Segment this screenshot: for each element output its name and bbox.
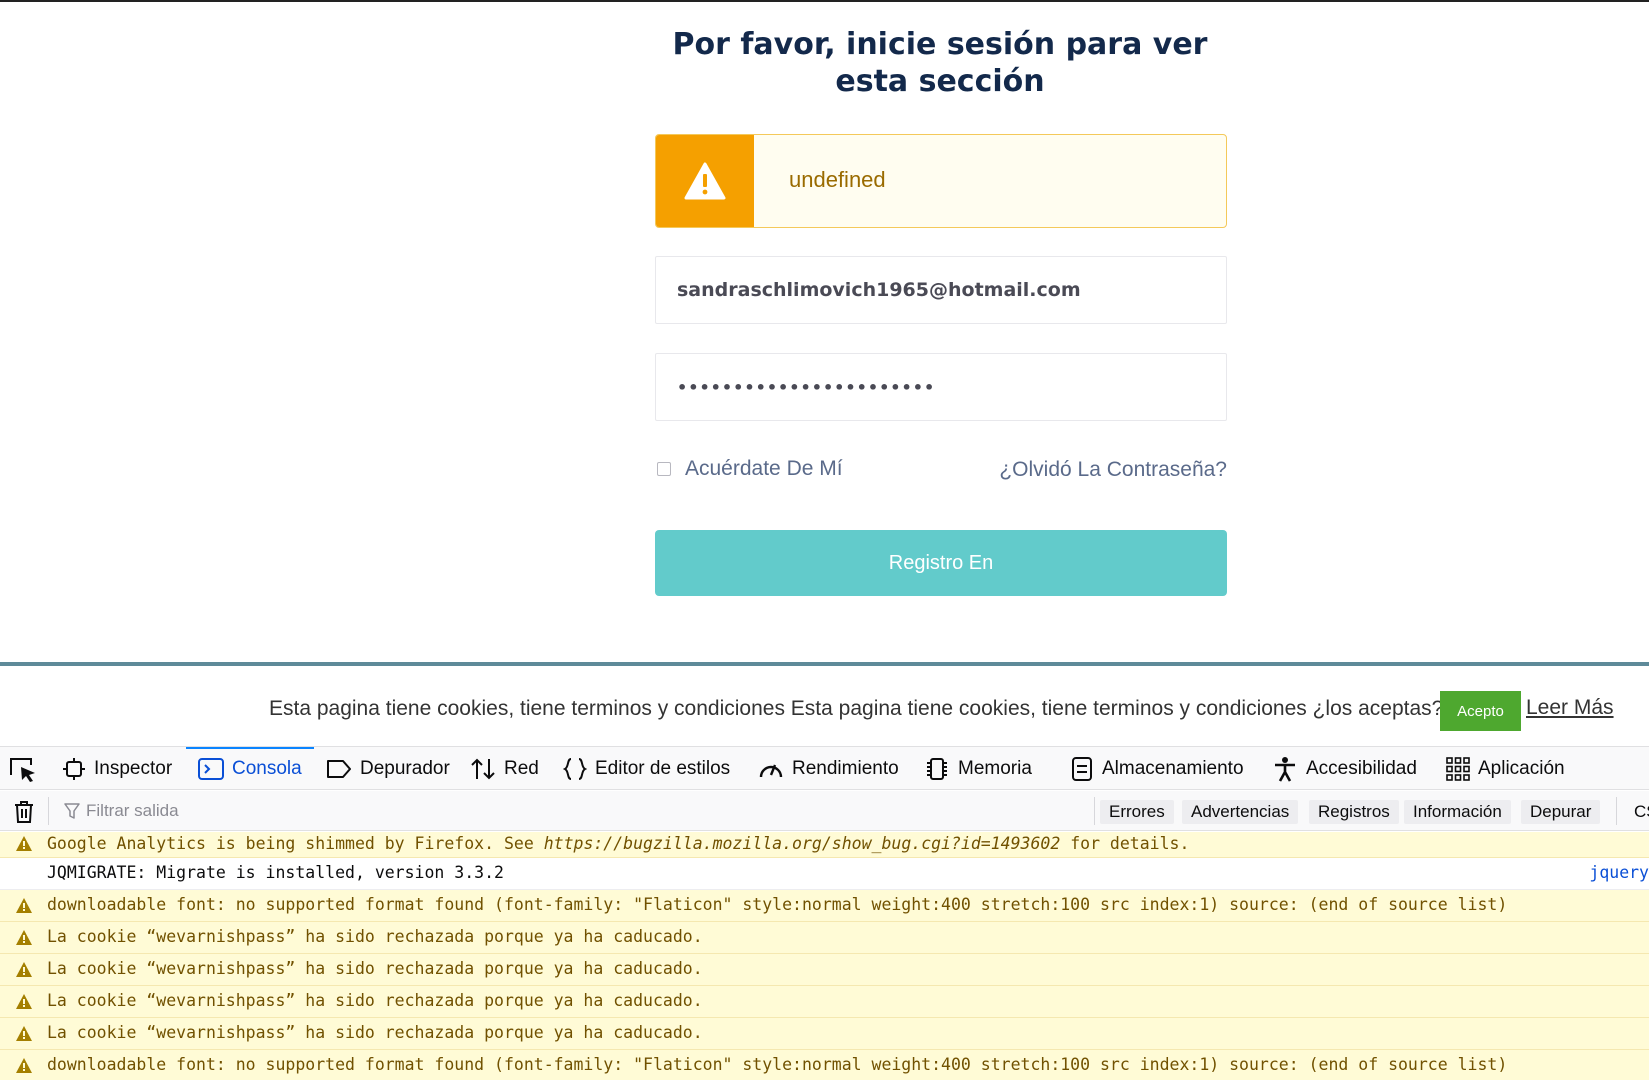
filter-debug-button[interactable]: Depurar bbox=[1521, 800, 1601, 824]
trash-icon bbox=[15, 801, 33, 823]
console-message-text: JQMIGRATE: Migrate is installed, version… bbox=[47, 863, 504, 882]
tab-console[interactable]: Consola bbox=[186, 747, 314, 790]
console-message: downloadable font: no supported format f… bbox=[0, 890, 1649, 922]
filter-funnel-icon bbox=[64, 803, 80, 819]
tab-debugger-label: Depurador bbox=[360, 757, 450, 779]
tab-memory[interactable]: Memoria bbox=[924, 747, 1032, 790]
tab-performance-label: Rendimiento bbox=[792, 757, 899, 779]
console-message-text: downloadable font: no supported format f… bbox=[47, 1055, 1508, 1074]
tab-performance[interactable]: Rendimiento bbox=[758, 747, 899, 790]
warning-icon bbox=[16, 898, 32, 913]
tab-memory-label: Memoria bbox=[958, 757, 1032, 779]
warning-triangle-icon bbox=[684, 162, 726, 200]
accessibility-icon bbox=[1275, 756, 1295, 782]
filter-errors-button[interactable]: Errores bbox=[1100, 800, 1174, 824]
filter-info-button[interactable]: Información bbox=[1404, 800, 1511, 824]
tab-storage-label: Almacenamiento bbox=[1102, 757, 1244, 779]
filter-separator bbox=[48, 797, 49, 825]
tab-accessibility[interactable]: Accesibilidad bbox=[1272, 747, 1417, 790]
application-icon bbox=[1446, 756, 1470, 781]
cookie-accept-button[interactable]: Acepto bbox=[1440, 691, 1521, 731]
email-field[interactable]: sandraschlimovich1965@hotmail.com bbox=[655, 256, 1227, 324]
tab-inspector-label: Inspector bbox=[94, 757, 173, 779]
element-picker-button[interactable] bbox=[8, 755, 38, 783]
console-message-link[interactable]: https://bugzilla.mozilla.org/show_bug.cg… bbox=[544, 834, 1061, 853]
password-field[interactable]: ••••••••••••••••••••••• bbox=[655, 353, 1227, 421]
console-message-text: Google Analytics is being shimmed by Fir… bbox=[47, 834, 1190, 853]
style-editor-icon bbox=[563, 757, 587, 780]
console-output: Google Analytics is being shimmed by Fir… bbox=[0, 832, 1649, 1080]
warning-icon bbox=[16, 962, 32, 977]
console-message-text: La cookie “wevarnishpass” ha sido rechaz… bbox=[47, 991, 703, 1010]
console-message-text: downloadable font: no supported format f… bbox=[47, 895, 1508, 914]
storage-icon bbox=[1072, 756, 1092, 781]
warning-icon bbox=[16, 836, 32, 851]
warning-icon bbox=[16, 994, 32, 1009]
alert-icon-box bbox=[656, 135, 754, 227]
email-value: sandraschlimovich1965@hotmail.com bbox=[677, 279, 1081, 301]
debugger-icon bbox=[327, 759, 351, 778]
tab-network[interactable]: Red bbox=[470, 747, 539, 790]
console-message-text: La cookie “wevarnishpass” ha sido rechaz… bbox=[47, 927, 703, 946]
network-icon bbox=[471, 758, 495, 779]
cookie-bar: Esta pagina tiene cookies, tiene termino… bbox=[0, 666, 1649, 746]
tab-application-label: Aplicación bbox=[1478, 757, 1565, 779]
tab-debugger[interactable]: Depurador bbox=[326, 747, 450, 790]
password-value: ••••••••••••••••••••••• bbox=[677, 377, 936, 397]
console-message: La cookie “wevarnishpass” ha sido rechaz… bbox=[0, 986, 1649, 1018]
tab-network-label: Red bbox=[504, 757, 539, 779]
console-message: La cookie “wevarnishpass” ha sido rechaz… bbox=[0, 922, 1649, 954]
warning-icon bbox=[16, 1058, 32, 1073]
login-submit-button[interactable]: Registro En bbox=[655, 530, 1227, 596]
warning-icon bbox=[16, 930, 32, 945]
filter-warnings-button[interactable]: Advertencias bbox=[1182, 800, 1299, 824]
tab-inspector[interactable]: Inspector bbox=[62, 747, 172, 790]
tab-application[interactable]: Aplicación bbox=[1446, 747, 1565, 790]
filter-placeholder: Filtrar salida bbox=[86, 801, 179, 820]
devtools-toolbar: Inspector Consola Depurador Red Editor d… bbox=[0, 746, 1649, 790]
inspector-icon bbox=[63, 757, 85, 780]
console-message: La cookie “wevarnishpass” ha sido rechaz… bbox=[0, 1018, 1649, 1050]
element-picker-icon bbox=[10, 758, 35, 782]
console-message-text: La cookie “wevarnishpass” ha sido rechaz… bbox=[47, 1023, 703, 1042]
tab-console-label: Consola bbox=[232, 757, 302, 779]
filter-logs-button[interactable]: Registros bbox=[1309, 800, 1399, 824]
alert-message: undefined bbox=[789, 167, 886, 192]
tab-accessibility-label: Accesibilidad bbox=[1306, 757, 1417, 779]
filter-separator bbox=[1094, 797, 1095, 825]
warning-icon bbox=[16, 1026, 32, 1041]
remember-me-label[interactable]: Acuérdate De Mí bbox=[685, 457, 843, 481]
cookie-read-more-link[interactable]: Leer Más bbox=[1526, 696, 1614, 720]
tab-style-editor[interactable]: Editor de estilos bbox=[563, 747, 730, 790]
tab-storage[interactable]: Almacenamiento bbox=[1070, 747, 1244, 790]
console-message: Google Analytics is being shimmed by Fir… bbox=[0, 832, 1649, 858]
cookie-message: Esta pagina tiene cookies, tiene termino… bbox=[269, 697, 1444, 720]
login-page: Por favor, inicie sesión para ver esta s… bbox=[0, 2, 1649, 662]
filter-css-button[interactable]: CS bbox=[1634, 802, 1649, 822]
alert-box: undefined bbox=[655, 134, 1227, 228]
login-title: Por favor, inicie sesión para ver esta s… bbox=[672, 27, 1208, 99]
performance-icon bbox=[759, 764, 783, 777]
forgot-password-link[interactable]: ¿Olvidó La Contraseña? bbox=[999, 458, 1227, 482]
console-filter-bar: Filtrar salida Errores Advertencias Regi… bbox=[0, 791, 1649, 831]
memory-icon bbox=[927, 757, 947, 780]
console-icon bbox=[198, 757, 224, 780]
console-message-text: La cookie “wevarnishpass” ha sido rechaz… bbox=[47, 959, 703, 978]
filter-separator bbox=[1616, 797, 1617, 825]
remember-me-checkbox[interactable] bbox=[657, 462, 671, 476]
tab-style-editor-label: Editor de estilos bbox=[595, 757, 731, 779]
filter-output-input[interactable]: Filtrar salida bbox=[64, 799, 964, 823]
clear-console-button[interactable] bbox=[12, 800, 36, 829]
console-message: JQMIGRATE: Migrate is installed, version… bbox=[0, 858, 1649, 890]
console-message: La cookie “wevarnishpass” ha sido rechaz… bbox=[0, 954, 1649, 986]
console-message-source-link[interactable]: jquery bbox=[1589, 863, 1649, 882]
console-message: downloadable font: no supported format f… bbox=[0, 1050, 1649, 1080]
remember-row: Acuérdate De Mí ¿Olvidó La Contraseña? bbox=[655, 454, 1227, 486]
